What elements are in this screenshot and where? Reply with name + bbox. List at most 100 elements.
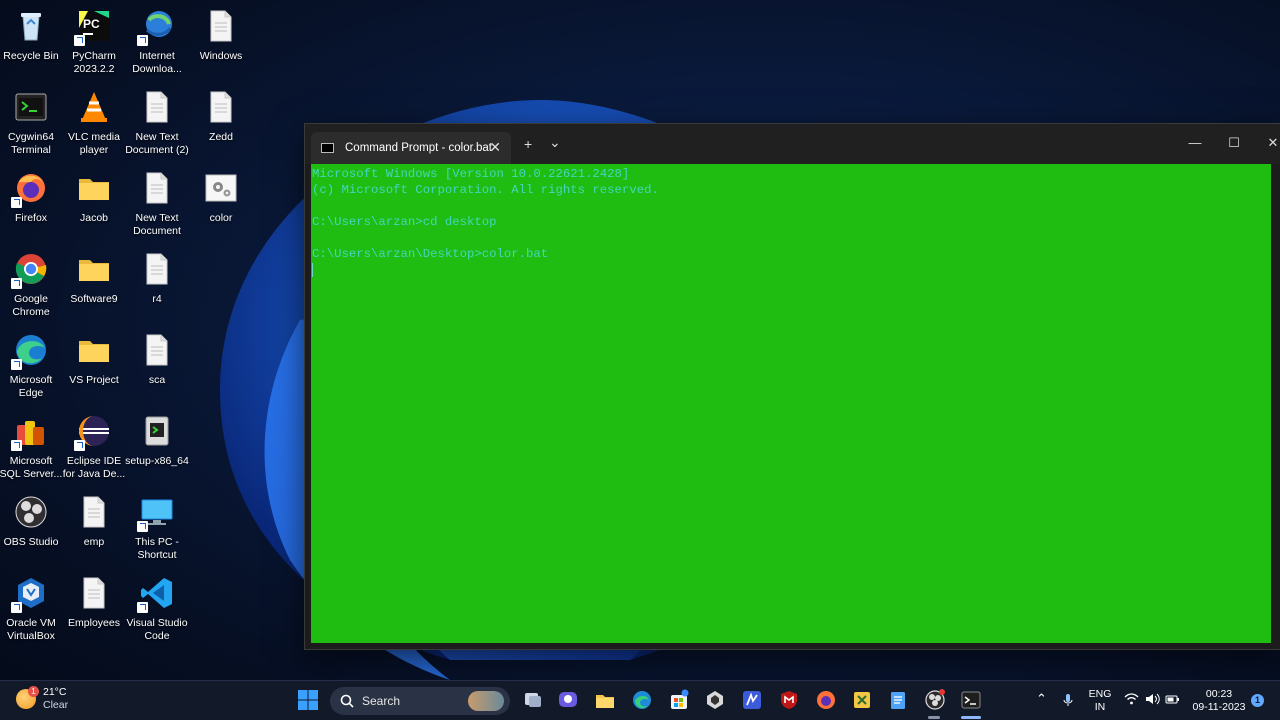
desktop-icon-microsoft-edge[interactable]: Microsoft Edge (0, 328, 63, 400)
shortcut-arrow-icon (74, 35, 85, 46)
clock[interactable]: 00:23 09-11-2023 (1186, 688, 1252, 714)
desktop-icon-label: New Text Document (133, 212, 181, 237)
text-file-icon (139, 332, 175, 368)
desktop-icon-recycle-bin[interactable]: Recycle Bin (0, 4, 63, 63)
battery-icon[interactable] (1165, 693, 1180, 708)
desktop-icon-label: Recycle Bin (3, 50, 59, 62)
desktop-icon-label: sca (148, 374, 166, 386)
console-output[interactable]: Microsoft Windows [Version 10.0.22621.24… (311, 164, 1271, 643)
task-view-icon[interactable] (522, 689, 544, 711)
desktop-icon-label: VLC media player (68, 131, 120, 156)
file-explorer-icon[interactable] (594, 689, 616, 711)
maximize-button[interactable]: ☐ (1214, 132, 1254, 154)
desktop-icon-vs-project[interactable]: VS Project (62, 328, 126, 387)
desktop-icon-jacob[interactable]: Jacob (62, 166, 126, 225)
eclipse-icon (74, 413, 112, 451)
weather-badge: 1 (28, 686, 39, 697)
desktop-icon-microsoft-sql-server[interactable]: Microsoft SQL Server... (0, 409, 63, 481)
desktop-icon-new-text-document-2[interactable]: New Text Document (2) (125, 85, 189, 157)
console-line: (c) Microsoft Corporation. All rights re… (312, 183, 659, 197)
unity-icon[interactable] (704, 689, 726, 711)
region-code: IN (1094, 701, 1106, 713)
minimize-button[interactable]: — (1175, 132, 1215, 154)
terminal-icon[interactable] (960, 689, 982, 711)
desktop-icon-oracle-vm-virtualbox[interactable]: Oracle VM VirtualBox (0, 571, 63, 643)
desktop-icon-label: Zedd (209, 131, 233, 143)
desktop-icon-cygwin64-terminal[interactable]: Cygwin64 Terminal (0, 85, 63, 157)
tab-close-icon[interactable]: ✕ (489, 139, 501, 156)
firefox-icon[interactable] (815, 689, 837, 711)
desktop-icon-firefox[interactable]: Firefox (0, 166, 63, 225)
desktop-icon-label: Microsoft Edge (9, 374, 53, 399)
teams-icon[interactable] (557, 689, 579, 711)
edge-icon[interactable] (631, 689, 653, 711)
desktop-icon-label: r4 (152, 293, 162, 305)
desktop-icon-zedd[interactable]: Zedd (189, 85, 253, 144)
desktop-icon-sca[interactable]: sca (125, 328, 189, 387)
taskbar-search[interactable]: Search (330, 687, 510, 715)
console-line: Microsoft Windows [Version 10.0.22621.24… (312, 167, 630, 181)
desktop-icon-new-text-document[interactable]: New Text Document (125, 166, 189, 238)
mcafee-icon[interactable] (778, 689, 800, 711)
desktop-icon-r4[interactable]: r4 (125, 247, 189, 306)
desktop-icon-software9[interactable]: Software9 (62, 247, 126, 306)
recycle-bin-icon (13, 8, 49, 44)
desktop-icon-internet-downloa[interactable]: Internet Downloa... (125, 4, 189, 76)
desktop-icon-label: PyCharm 2023.2.2 (72, 50, 116, 75)
desktop-icon-obs-studio[interactable]: OBS Studio (0, 490, 63, 549)
cygwin-icon (13, 89, 49, 125)
microsoft-store-icon[interactable] (668, 689, 690, 711)
shortcut-arrow-icon (74, 440, 85, 451)
chevron-up-icon[interactable]: ⌃ (1036, 691, 1047, 707)
wifi-icon[interactable] (1124, 693, 1139, 708)
excel-icon[interactable] (851, 689, 873, 711)
desktop-icon-windows[interactable]: Windows (189, 4, 253, 63)
command-prompt-window[interactable]: Command Prompt - color.bat ✕ + ⌄ — ☐ ✕ M… (304, 123, 1280, 650)
tab-title: Command Prompt - color.bat (345, 142, 493, 154)
desktop-icon-employees[interactable]: Employees (62, 571, 126, 630)
text-file-icon (139, 89, 175, 125)
obs-icon[interactable] (924, 689, 946, 711)
shortcut-arrow-icon (11, 602, 22, 613)
notepad-icon[interactable] (887, 689, 909, 711)
notification-badge[interactable]: 1 (1251, 694, 1264, 707)
desktop-icon-pycharm-2023-2-2[interactable]: PC PyCharm 2023.2.2 (62, 4, 126, 76)
desktop-icon-this-pc-shortcut[interactable]: This PC - Shortcut (125, 490, 189, 562)
desktop-icon-color[interactable]: color (189, 166, 253, 225)
desktop-icon-emp[interactable]: emp (62, 490, 126, 549)
desktop-icon-label: emp (83, 536, 105, 548)
firefox-icon (11, 170, 49, 208)
text-file-icon (139, 251, 175, 287)
desktop-icon-vlc-media-player[interactable]: VLC media player (62, 85, 126, 157)
folder-icon (76, 251, 112, 287)
desktop-icon-label: Firefox (14, 212, 48, 224)
folder-icon (76, 332, 112, 368)
window-titlebar[interactable]: Command Prompt - color.bat ✕ + ⌄ — ☐ ✕ (305, 124, 1280, 164)
desktop-icon-eclipse-ide-for-java-de[interactable]: Eclipse IDE for Java De... (62, 409, 126, 481)
desktop-icon-google-chrome[interactable]: Google Chrome (0, 247, 63, 319)
microphone-icon[interactable] (1062, 693, 1074, 710)
app-icon[interactable] (741, 689, 763, 711)
weather-condition: Clear (43, 699, 69, 711)
weather-widget[interactable]: 1 21°C Clear (16, 686, 68, 712)
close-button[interactable]: ✕ (1253, 132, 1280, 154)
chrome-icon (11, 251, 49, 289)
start-icon[interactable] (297, 689, 319, 711)
desktop-icon-setup-x86-64[interactable]: setup-x86_64 (125, 409, 189, 468)
tab-command-prompt[interactable]: Command Prompt - color.bat ✕ (311, 132, 511, 164)
desktop-icon-label: Google Chrome (12, 293, 50, 318)
folder-icon (76, 170, 112, 206)
search-highlight-image (468, 691, 504, 711)
console-line: C:\Users\arzan\Desktop>color.bat (312, 247, 549, 261)
virtualbox-icon (11, 575, 49, 613)
pycharm-icon: PC (74, 8, 112, 46)
weather-icon: 1 (16, 686, 39, 709)
batch-file-icon (203, 170, 239, 206)
new-tab-button[interactable]: + (524, 136, 532, 152)
tab-dropdown-button[interactable]: ⌄ (549, 134, 561, 151)
desktop-icon-visual-studio-code[interactable]: Visual Studio Code (125, 571, 189, 643)
speaker-icon[interactable] (1145, 693, 1160, 708)
sql-server-icon (11, 413, 49, 451)
shortcut-arrow-icon (11, 197, 22, 208)
language-indicator[interactable]: ENG IN (1088, 688, 1112, 714)
